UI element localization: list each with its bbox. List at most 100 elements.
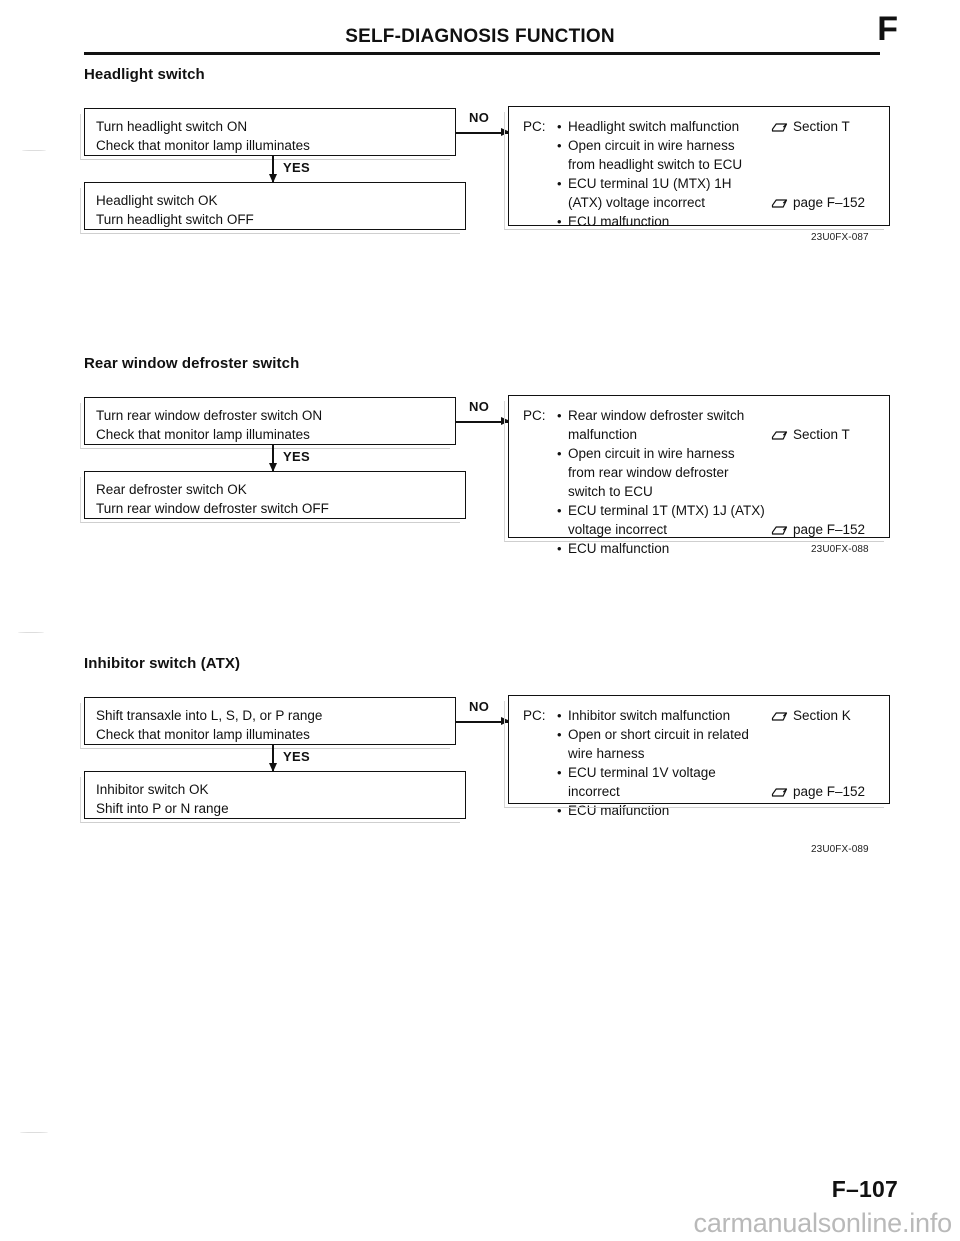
cause-item: • ECU malfunction [557, 212, 879, 231]
cause-item: • ECU terminal 1V voltage [557, 763, 879, 782]
cause-item-continuation: switch to ECU [557, 482, 879, 501]
flow-box-line: Shift into P or N range [96, 801, 229, 816]
bullet-icon: • [557, 503, 562, 518]
flow-box-line: Check that monitor lamp illuminates [96, 138, 310, 153]
pc-label: PC: [523, 708, 546, 723]
cause-item: • ECU malfunction [557, 801, 879, 820]
figure-code: 23U0FX-088 [811, 544, 869, 555]
cross-reference-text: Section T [793, 119, 850, 134]
page-title: SELF-DIAGNOSIS FUNCTION [345, 26, 615, 47]
cause-item-continuation: wire harness [557, 744, 879, 763]
cause-text: Inhibitor switch malfunction [568, 708, 731, 723]
bullet-icon: • [557, 119, 562, 134]
cross-reference[interactable]: Section K [771, 706, 851, 727]
cross-reference-text: page F–152 [793, 784, 866, 799]
flow-box-line: Inhibitor switch OK [96, 782, 209, 797]
yes-label: YES [283, 449, 310, 464]
bullet-icon: • [557, 708, 562, 723]
diagnosis-section-headlight-switch: Headlight switch Turn headlight switch O… [80, 66, 894, 246]
cause-text: Headlight switch malfunction [568, 119, 740, 134]
cross-reference[interactable]: Section T [771, 117, 850, 138]
cause-text: incorrect [568, 784, 620, 799]
cause-text: (ATX) voltage incorrect [568, 195, 706, 210]
cause-text: voltage incorrect [568, 522, 668, 537]
page-header: SELF-DIAGNOSIS FUNCTION F [0, 0, 960, 60]
cause-item: • ECU terminal 1T (MTX) 1J (ATX) [557, 501, 879, 520]
cross-reference[interactable]: page F–152 [771, 520, 865, 541]
pointing-hand-icon [771, 522, 788, 541]
cause-item: • Rear window defroster switch [557, 406, 879, 425]
cross-reference-text: page F–152 [793, 195, 866, 210]
flow-question-box: Turn rear window defroster switch ON Che… [80, 397, 456, 449]
flow-box-line: Turn headlight switch ON [96, 119, 248, 134]
no-label: NO [469, 399, 490, 414]
scan-artifact [20, 1132, 48, 1133]
possible-cause-box: PC: • Headlight switch malfunction • Ope… [504, 106, 890, 230]
section-heading: Headlight switch [84, 66, 205, 83]
cross-reference-text: Section K [793, 708, 851, 723]
cause-text: ECU malfunction [568, 803, 670, 818]
pointing-hand-icon [771, 427, 788, 446]
possible-cause-box: PC: • Inhibitor switch malfunction • Ope… [504, 695, 890, 818]
bullet-icon: • [557, 408, 562, 423]
cause-text: ECU malfunction [568, 214, 670, 229]
flow-box-line: Headlight switch OK [96, 193, 218, 208]
cause-text: wire harness [568, 746, 645, 761]
flow-box-line: Turn headlight switch OFF [96, 212, 254, 227]
cause-item: • Open circuit in wire harness [557, 444, 879, 463]
cause-text: from headlight switch to ECU [568, 157, 743, 172]
cause-text: switch to ECU [568, 484, 653, 499]
cause-text: ECU malfunction [568, 541, 670, 556]
cross-reference[interactable]: page F–152 [771, 193, 865, 214]
flow-box-line: Check that monitor lamp illuminates [96, 727, 310, 742]
page-number: F–107 [831, 1176, 898, 1202]
pointing-hand-icon [771, 195, 788, 214]
bullet-icon: • [557, 765, 562, 780]
cause-text: ECU terminal 1U (MTX) 1H [568, 176, 732, 191]
pointing-hand-icon [771, 708, 788, 727]
figure-code: 23U0FX-087 [811, 232, 869, 243]
bullet-icon: • [557, 176, 562, 191]
flow-question-box: Shift transaxle into L, S, D, or P range… [80, 697, 456, 749]
pc-label: PC: [523, 408, 546, 423]
no-label: NO [469, 110, 490, 125]
cause-text: ECU terminal 1V voltage [568, 765, 716, 780]
flow-box-line: Shift transaxle into L, S, D, or P range [96, 708, 323, 723]
scan-artifact [22, 150, 46, 151]
scan-artifact [18, 632, 44, 633]
flow-box-line: Turn rear window defroster switch ON [96, 408, 323, 423]
possible-cause-box: PC: • Rear window defroster switch malfu… [504, 395, 890, 556]
diagnosis-section-inhibitor-switch: Inhibitor switch (ATX) Shift transaxle i… [80, 655, 894, 855]
header-divider [84, 52, 880, 55]
section-letter: F [877, 10, 898, 48]
bullet-icon: • [557, 727, 562, 742]
cause-item-continuation: from rear window defroster [557, 463, 879, 482]
flow-result-box: Headlight switch OK Turn headlight switc… [80, 182, 466, 234]
cause-item: • ECU terminal 1U (MTX) 1H [557, 174, 879, 193]
no-label: NO [469, 699, 490, 714]
cross-reference[interactable]: Section T [771, 425, 850, 446]
flow-box-line: Check that monitor lamp illuminates [96, 427, 310, 442]
cause-text: ECU terminal 1T (MTX) 1J (ATX) [568, 503, 765, 518]
pc-label: PC: [523, 119, 546, 134]
flow-box-line: Turn rear window defroster switch OFF [96, 501, 329, 516]
section-heading: Inhibitor switch (ATX) [84, 655, 241, 672]
cross-reference-text: page F–152 [793, 522, 866, 537]
flow-result-box: Inhibitor switch OK Shift into P or N ra… [80, 771, 466, 823]
flow-result-box: Rear defroster switch OK Turn rear windo… [80, 471, 466, 523]
bullet-icon: • [557, 214, 562, 229]
bullet-icon: • [557, 446, 562, 461]
cause-item: • Open or short circuit in related [557, 725, 879, 744]
bullet-icon: • [557, 803, 562, 818]
bullet-icon: • [557, 138, 562, 153]
bullet-icon: • [557, 541, 562, 556]
flow-question-box: Turn headlight switch ON Check that moni… [80, 108, 456, 160]
cross-reference[interactable]: page F–152 [771, 782, 865, 803]
section-heading: Rear window defroster switch [84, 355, 300, 372]
flow-box-line: Rear defroster switch OK [96, 482, 247, 497]
figure-code: 23U0FX-089 [811, 844, 869, 855]
cause-text: Open circuit in wire harness [568, 446, 735, 461]
cross-reference-text: Section T [793, 427, 850, 442]
cause-text: from rear window defroster [568, 465, 729, 480]
cause-text: Open or short circuit in related [568, 727, 749, 742]
